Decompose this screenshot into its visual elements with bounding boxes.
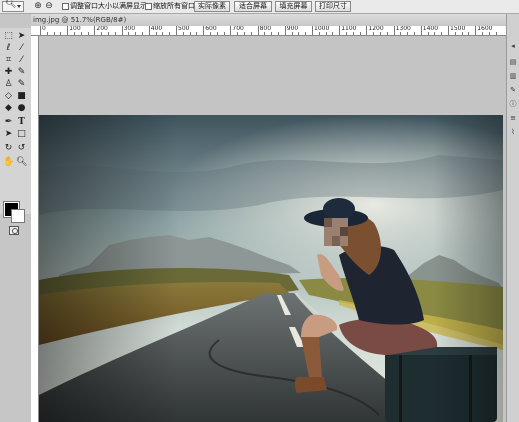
zoom-out-icon[interactable]: ⊖ <box>44 1 54 12</box>
ruler-tick <box>148 26 150 35</box>
zoom-all-windows-label: 缩放所有窗口 <box>153 2 195 10</box>
marquee-tool-icon[interactable]: ⬚ <box>3 32 14 41</box>
options-bar: 🔍︎ ⊕ ⊖ 调整窗口大小以满屏显示 缩放所有窗口 实际像素 适合屏幕 填充屏幕… <box>0 0 519 14</box>
ruler-tick <box>284 26 286 35</box>
ruler-tick <box>176 26 177 35</box>
lasso-tool-icon[interactable]: ℓ <box>3 44 14 53</box>
eraser-tool-icon[interactable]: ◇ <box>3 92 14 101</box>
shape-tool-icon[interactable]: □ <box>16 130 27 139</box>
ruler-tick <box>121 26 123 35</box>
ruler-tick <box>230 26 232 35</box>
fill-screen-button[interactable]: 填充屏幕 <box>275 1 312 12</box>
actual-pixels-button[interactable]: 实际像素 <box>194 1 230 12</box>
background-color-swatch[interactable] <box>11 209 25 223</box>
gradient-tool-icon[interactable]: ■ <box>16 92 27 101</box>
ruler-number: 0 <box>42 26 46 32</box>
ruler-tick <box>40 26 41 35</box>
ruler-tick <box>475 26 477 35</box>
pen-tool-icon[interactable]: ✒ <box>3 118 14 127</box>
document-title: img.jpg @ 51.7%(RGB/8#) <box>33 16 127 24</box>
3d-orbit-tool-icon[interactable]: ↺ <box>16 144 27 153</box>
panel-dock: ◂ ▤ ▥ ✎ ⓘ ≡ ⌇ <box>506 14 519 422</box>
history-panel-icon[interactable]: ▤ <box>509 58 517 66</box>
document-tab[interactable]: img.jpg @ 51.7%(RGB/8#) <box>31 14 506 26</box>
type-tool-icon[interactable]: T <box>16 118 27 127</box>
resize-windows-checkbox[interactable] <box>62 3 69 10</box>
resize-windows-label: 调整窗口大小以满屏显示 <box>70 2 147 10</box>
move-tool-icon[interactable]: ➤ <box>16 32 27 41</box>
history-brush-tool-icon[interactable]: ✎ <box>16 80 27 89</box>
zoom-tool-icon[interactable]: 🔍︎ <box>16 158 27 167</box>
ruler-number: 1600 <box>477 26 493 32</box>
ruler-number: 1400 <box>422 26 439 32</box>
ruler-tick <box>203 26 205 35</box>
panel-collapse-icon[interactable]: ◂ <box>509 42 517 50</box>
tool-preset-picker[interactable]: 🔍︎ <box>2 0 24 12</box>
zoom-in-icon[interactable]: ⊕ <box>33 1 43 12</box>
vignette <box>39 115 503 422</box>
zoom-all-windows-checkbox[interactable] <box>145 3 152 10</box>
ruler-tick <box>94 26 96 35</box>
hand-tool-icon[interactable]: ✋ <box>3 158 14 167</box>
layers-panel-icon[interactable]: ▥ <box>509 72 517 80</box>
healing-brush-tool-icon[interactable]: ✚ <box>3 68 14 77</box>
brushes-panel-icon[interactable]: ✎ <box>509 86 517 94</box>
document-window: img.jpg @ 51.7%(RGB/8#) 0 100 200 300 400 500… <box>31 14 506 422</box>
info-panel-icon[interactable]: ⓘ <box>509 100 517 108</box>
ruler-tick <box>420 26 422 35</box>
channels-panel-icon[interactable]: ≡ <box>509 114 517 122</box>
toolbox: ⬚ ➤ ℓ ⁄ ⌗ ⁄ ✚ ✎ ♙ ✎ ◇ ■ ◆ ● ✒ T ➤ □ ↻ ↺ … <box>0 28 31 235</box>
zoom-tool-icon: 🔍︎ <box>5 0 17 9</box>
chevron-down-icon <box>17 5 21 8</box>
clone-stamp-tool-icon[interactable]: ♙ <box>3 80 14 89</box>
canvas-area[interactable] <box>39 36 506 422</box>
ruler-tick <box>257 26 259 35</box>
ruler-tick <box>393 26 395 35</box>
ruler-number: 1300 <box>395 26 411 32</box>
ruler-tick <box>339 26 341 35</box>
photo-canvas[interactable] <box>39 115 503 422</box>
blur-tool-icon[interactable]: ◆ <box>3 104 14 113</box>
ruler-number: 1100 <box>341 26 357 32</box>
fit-screen-button[interactable]: 适合屏幕 <box>234 1 272 12</box>
ruler-number: 1200 <box>368 26 384 32</box>
ruler-number: 1500 <box>450 26 466 32</box>
brush-tool-icon[interactable]: ✎ <box>16 68 27 77</box>
3d-rotate-tool-icon[interactable]: ↻ <box>3 144 14 153</box>
paths-panel-icon[interactable]: ⌇ <box>509 128 517 136</box>
ruler-tick <box>448 26 449 35</box>
ruler-tick <box>366 26 368 35</box>
print-size-button[interactable]: 打印尺寸 <box>315 1 351 12</box>
path-selection-tool-icon[interactable]: ➤ <box>3 130 14 139</box>
quick-mask-icon[interactable] <box>9 226 19 235</box>
eyedropper-tool-icon[interactable]: ⁄ <box>16 56 27 65</box>
crop-tool-icon[interactable]: ⌗ <box>3 56 14 65</box>
horizontal-ruler[interactable]: 0 100 200 300 400 500 600 700 800 900 1000 1100 1200… <box>31 26 506 36</box>
dodge-tool-icon[interactable]: ● <box>16 104 27 113</box>
vertical-ruler[interactable] <box>31 36 39 422</box>
ruler-tick <box>67 26 69 35</box>
magic-wand-tool-icon[interactable]: ⁄ <box>16 44 27 53</box>
ruler-number: 1000 <box>314 26 330 32</box>
ruler-tick <box>312 26 313 35</box>
